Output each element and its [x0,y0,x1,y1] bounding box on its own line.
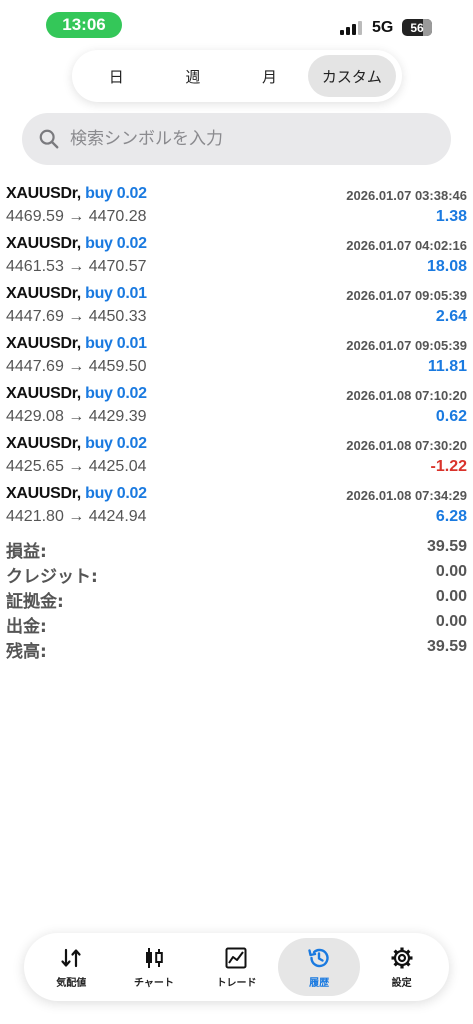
summary-value: 0.00 [435,563,467,580]
summary-row-balance: 残高: 39.59 [0,637,473,662]
tab-history[interactable]: 履歴 [277,938,361,996]
trade-side: buy 0.01 [85,335,147,352]
trade-prices: 4469.59 → 4470.28 [6,208,147,225]
summary-value: 39.59 [426,638,467,655]
summary-row-credit: クレジット: 0.00 [0,562,473,587]
summary-row-profit: 損益: 39.59 [0,537,473,562]
trade-profit: 0.62 [435,408,467,425]
trade-side: buy 0.02 [85,435,147,452]
summary-value: 0.00 [435,588,467,605]
trade-row[interactable]: XAUUSDr, buy 0.02 2026.01.08 07:34:29 44… [0,483,473,533]
trade-time: 2026.01.08 07:10:20 [346,388,467,403]
trade-symbol: XAUUSDr, [6,485,81,502]
trade-history-list: XAUUSDr, buy 0.02 2026.01.07 03:38:46 44… [0,183,473,533]
period-selector: 日 週 月 カスタム [72,50,402,102]
trade-time: 2026.01.07 04:02:16 [346,238,467,253]
trade-symbol: XAUUSDr, [6,285,81,302]
trade-time: 2026.01.08 07:34:29 [346,488,467,503]
trade-profit: 6.28 [435,508,467,525]
trade-line-chart-icon [225,947,247,968]
trade-symbol: XAUUSDr, [6,385,81,402]
trade-prices: 4425.65 → 4425.04 [6,458,147,475]
search-bar[interactable] [22,113,451,165]
trade-symbol: XAUUSDr, [6,185,81,202]
trade-prices: 4421.80 → 4424.94 [6,508,147,525]
battery-level: 56 [410,20,424,35]
period-tab-day[interactable]: 日 [78,55,155,97]
trade-time: 2026.01.08 07:30:20 [346,438,467,453]
summary-label: 出金: [6,617,47,637]
period-tab-week[interactable]: 週 [155,55,232,97]
tab-settings[interactable]: 設定 [360,938,443,996]
bottom-tab-bar: 気配値 チャート トレード 履歴 設定 [24,933,449,1001]
status-bar: 13:06 5G 56 [0,0,473,48]
trade-profit: -1.22 [430,458,467,475]
summary-value: 0.00 [435,613,467,630]
summary-label: クレジット: [6,567,98,587]
summary-value: 39.59 [426,538,467,555]
summary-label: 残高: [6,642,47,662]
trade-prices: 4447.69 → 4450.33 [6,308,147,325]
summary-label: 損益: [6,542,47,562]
cellular-signal-icon [340,21,364,35]
quotes-arrows-icon [61,948,81,967]
trade-prices: 4447.69 → 4459.50 [6,358,147,375]
tab-label: 設定 [391,977,412,989]
candlestick-chart-icon [145,947,163,968]
trade-symbol: XAUUSDr, [6,335,81,352]
trade-row[interactable]: XAUUSDr, buy 0.02 2026.01.08 07:30:20 44… [0,433,473,483]
trade-row[interactable]: XAUUSDr, buy 0.02 2026.01.07 03:38:46 44… [0,183,473,233]
account-summary: 損益: 39.59 クレジット: 0.00 証拠金: 0.00 出金: 0.00… [0,537,473,662]
trade-symbol: XAUUSDr, [6,235,81,252]
trade-profit: 2.64 [435,308,467,325]
trade-time: 2026.01.07 09:05:39 [346,288,467,303]
trade-time: 2026.01.07 03:38:46 [346,188,467,203]
tab-label: 履歴 [309,977,330,989]
summary-row-withdrawal: 出金: 0.00 [0,612,473,637]
trade-side: buy 0.02 [85,485,147,502]
status-time: 13:06 [46,12,122,38]
trade-prices: 4429.08 → 4429.39 [6,408,147,425]
summary-label: 証拠金: [6,592,64,612]
trade-profit: 1.38 [435,208,467,225]
tab-trade[interactable]: トレード [195,938,278,996]
tab-label: チャート [133,977,174,989]
trade-prices: 4461.53 → 4470.57 [6,258,147,275]
tab-label: トレード [216,977,257,989]
tab-chart[interactable]: チャート [113,938,196,996]
trade-row[interactable]: XAUUSDr, buy 0.01 2026.01.07 09:05:39 44… [0,333,473,383]
battery-icon: 56 [402,19,432,36]
trade-profit: 11.81 [427,358,467,375]
search-icon [39,129,59,149]
history-clock-icon [308,948,329,967]
tab-quotes[interactable]: 気配値 [30,938,113,996]
search-input[interactable] [68,128,451,150]
network-type: 5G [372,19,394,36]
period-tab-custom[interactable]: カスタム [307,55,396,97]
settings-gear-icon [391,947,413,968]
trade-side: buy 0.02 [85,185,147,202]
period-tab-month[interactable]: 月 [231,55,308,97]
trade-profit: 18.08 [426,258,467,275]
trade-row[interactable]: XAUUSDr, buy 0.02 2026.01.08 07:10:20 44… [0,383,473,433]
trade-side: buy 0.02 [85,385,147,402]
trade-time: 2026.01.07 09:05:39 [346,338,467,353]
summary-row-deposit: 証拠金: 0.00 [0,587,473,612]
trade-side: buy 0.01 [85,285,147,302]
trade-side: buy 0.02 [85,235,147,252]
trade-row[interactable]: XAUUSDr, buy 0.02 2026.01.07 04:02:16 44… [0,233,473,283]
trade-symbol: XAUUSDr, [6,435,81,452]
trade-row[interactable]: XAUUSDr, buy 0.01 2026.01.07 09:05:39 44… [0,283,473,333]
tab-label: 気配値 [56,977,87,989]
